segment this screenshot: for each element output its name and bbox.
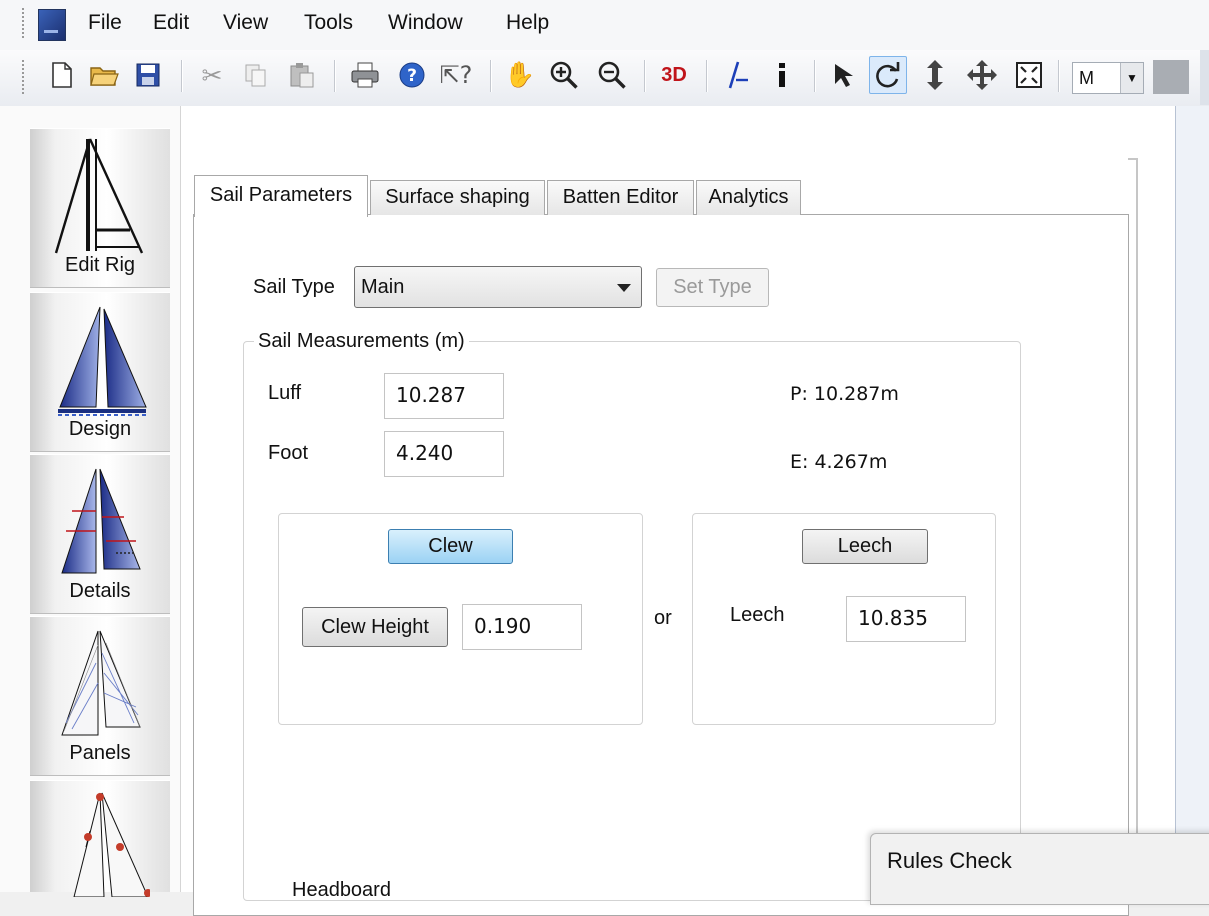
sail-type-value: Main [361,276,405,298]
menu-file[interactable]: File [88,11,122,35]
right-side-panel [1175,106,1209,892]
toolbar-separator [644,60,646,92]
menu-edit[interactable]: Edit [153,11,189,35]
nav-label: Details [69,580,131,602]
zoom-out-icon[interactable] [594,57,630,93]
nav-label: Panels [69,742,131,764]
frame-border [1136,160,1138,892]
toolbar-overflow[interactable] [1200,50,1209,105]
save-icon[interactable] [130,57,166,93]
menubar-grip [22,8,28,38]
clew-height-input[interactable]: 0.190 [462,604,582,650]
leech-input[interactable]: 10.835 [846,596,966,642]
foot-input[interactable]: 4.240 [384,431,504,477]
rig-icon [54,138,144,254]
print-icon[interactable] [347,57,383,93]
toolbar-separator [814,60,816,92]
zoom-in-icon[interactable] [546,57,582,93]
menu-help[interactable]: Help [506,11,549,35]
nav-details[interactable]: Details [30,454,170,614]
nav-label: Design [68,418,132,440]
color-swatch[interactable] [1153,60,1189,94]
toolbar-separator [706,60,708,92]
set-type-button[interactable]: Set Type [656,268,769,307]
vertical-move-icon[interactable] [917,57,953,93]
e-readout: E: 4.267m [790,451,888,473]
toolbar-separator [181,60,183,92]
sail-type-select[interactable]: Main [354,266,642,308]
leech-label: Leech [730,604,785,626]
menu-window[interactable]: Window [388,11,463,35]
sail-corners-icon [73,792,150,897]
cut-icon[interactable]: ✂ [194,57,230,93]
panels-sail-icon [61,630,141,736]
tab-analytics[interactable]: Analytics [696,180,801,215]
sail-type-label: Sail Type [253,276,335,298]
nav-label: Edit Rig [64,254,136,276]
nav-design[interactable]: Design [30,292,170,452]
fit-to-view-icon[interactable] [1011,57,1047,93]
paste-icon[interactable] [284,57,320,93]
toolbar-separator [490,60,492,92]
help-icon[interactable]: ? [394,57,430,93]
context-help-icon[interactable]: ⇱? [438,57,474,93]
foot-label: Foot [268,442,309,464]
mode-dropdown[interactable]: M ▼ [1072,62,1144,94]
open-folder-icon[interactable] [86,57,122,93]
3d-view-icon[interactable]: 3D [656,57,692,93]
tab-sail-parameters[interactable]: Sail Parameters [194,175,368,217]
toolbar-separator [334,60,336,92]
menu-view[interactable]: View [223,11,268,35]
or-label: or [654,607,672,629]
tab-batten-editor[interactable]: Batten Editor [547,180,694,215]
info-icon[interactable] [764,57,800,93]
toolbar: ✂ ? ⇱? ✋ 3D M ▼ [0,50,1209,107]
mode-value: M [1079,68,1094,88]
toolbar-separator [1058,60,1060,92]
menu-tools[interactable]: Tools [304,11,353,35]
select-arrow-icon[interactable] [826,57,862,93]
toolbar-grip [22,60,28,94]
app-icon[interactable] [38,9,66,41]
chevron-down-icon: ▼ [1120,63,1143,93]
axis-icon[interactable] [718,57,754,93]
move-icon[interactable] [964,57,1000,93]
pan-hand-icon[interactable]: ✋ [502,57,538,93]
luff-input[interactable]: 10.287 [384,373,504,419]
nav-fifth[interactable] [30,780,170,897]
menu-bar: File Edit View Tools Window Help [0,0,1209,50]
rules-check-title: Rules Check [887,848,1012,873]
design-sail-icon [58,306,147,416]
chevron-down-icon [617,284,631,292]
rotate-icon[interactable] [869,56,907,94]
copy-icon[interactable] [238,57,274,93]
p-readout: P: 10.287m [790,383,899,405]
luff-label: Luff [268,382,301,404]
nav-edit-rig[interactable]: Edit Rig [30,128,170,288]
leech-button[interactable]: Leech [802,529,928,564]
new-file-icon[interactable] [44,57,80,93]
clew-height-button[interactable]: Clew Height [302,607,448,647]
svg-text:?: ? [407,66,417,86]
sail-measurements-legend: Sail Measurements (m) [254,330,469,353]
rules-check-panel[interactable]: Rules Check [870,833,1209,905]
clew-button[interactable]: Clew [388,529,513,564]
headboard-label: Headboard [292,879,391,901]
tab-surface-shaping[interactable]: Surface shaping [370,180,545,215]
details-sail-icon [61,468,141,574]
nav-panels[interactable]: Panels [30,616,170,776]
